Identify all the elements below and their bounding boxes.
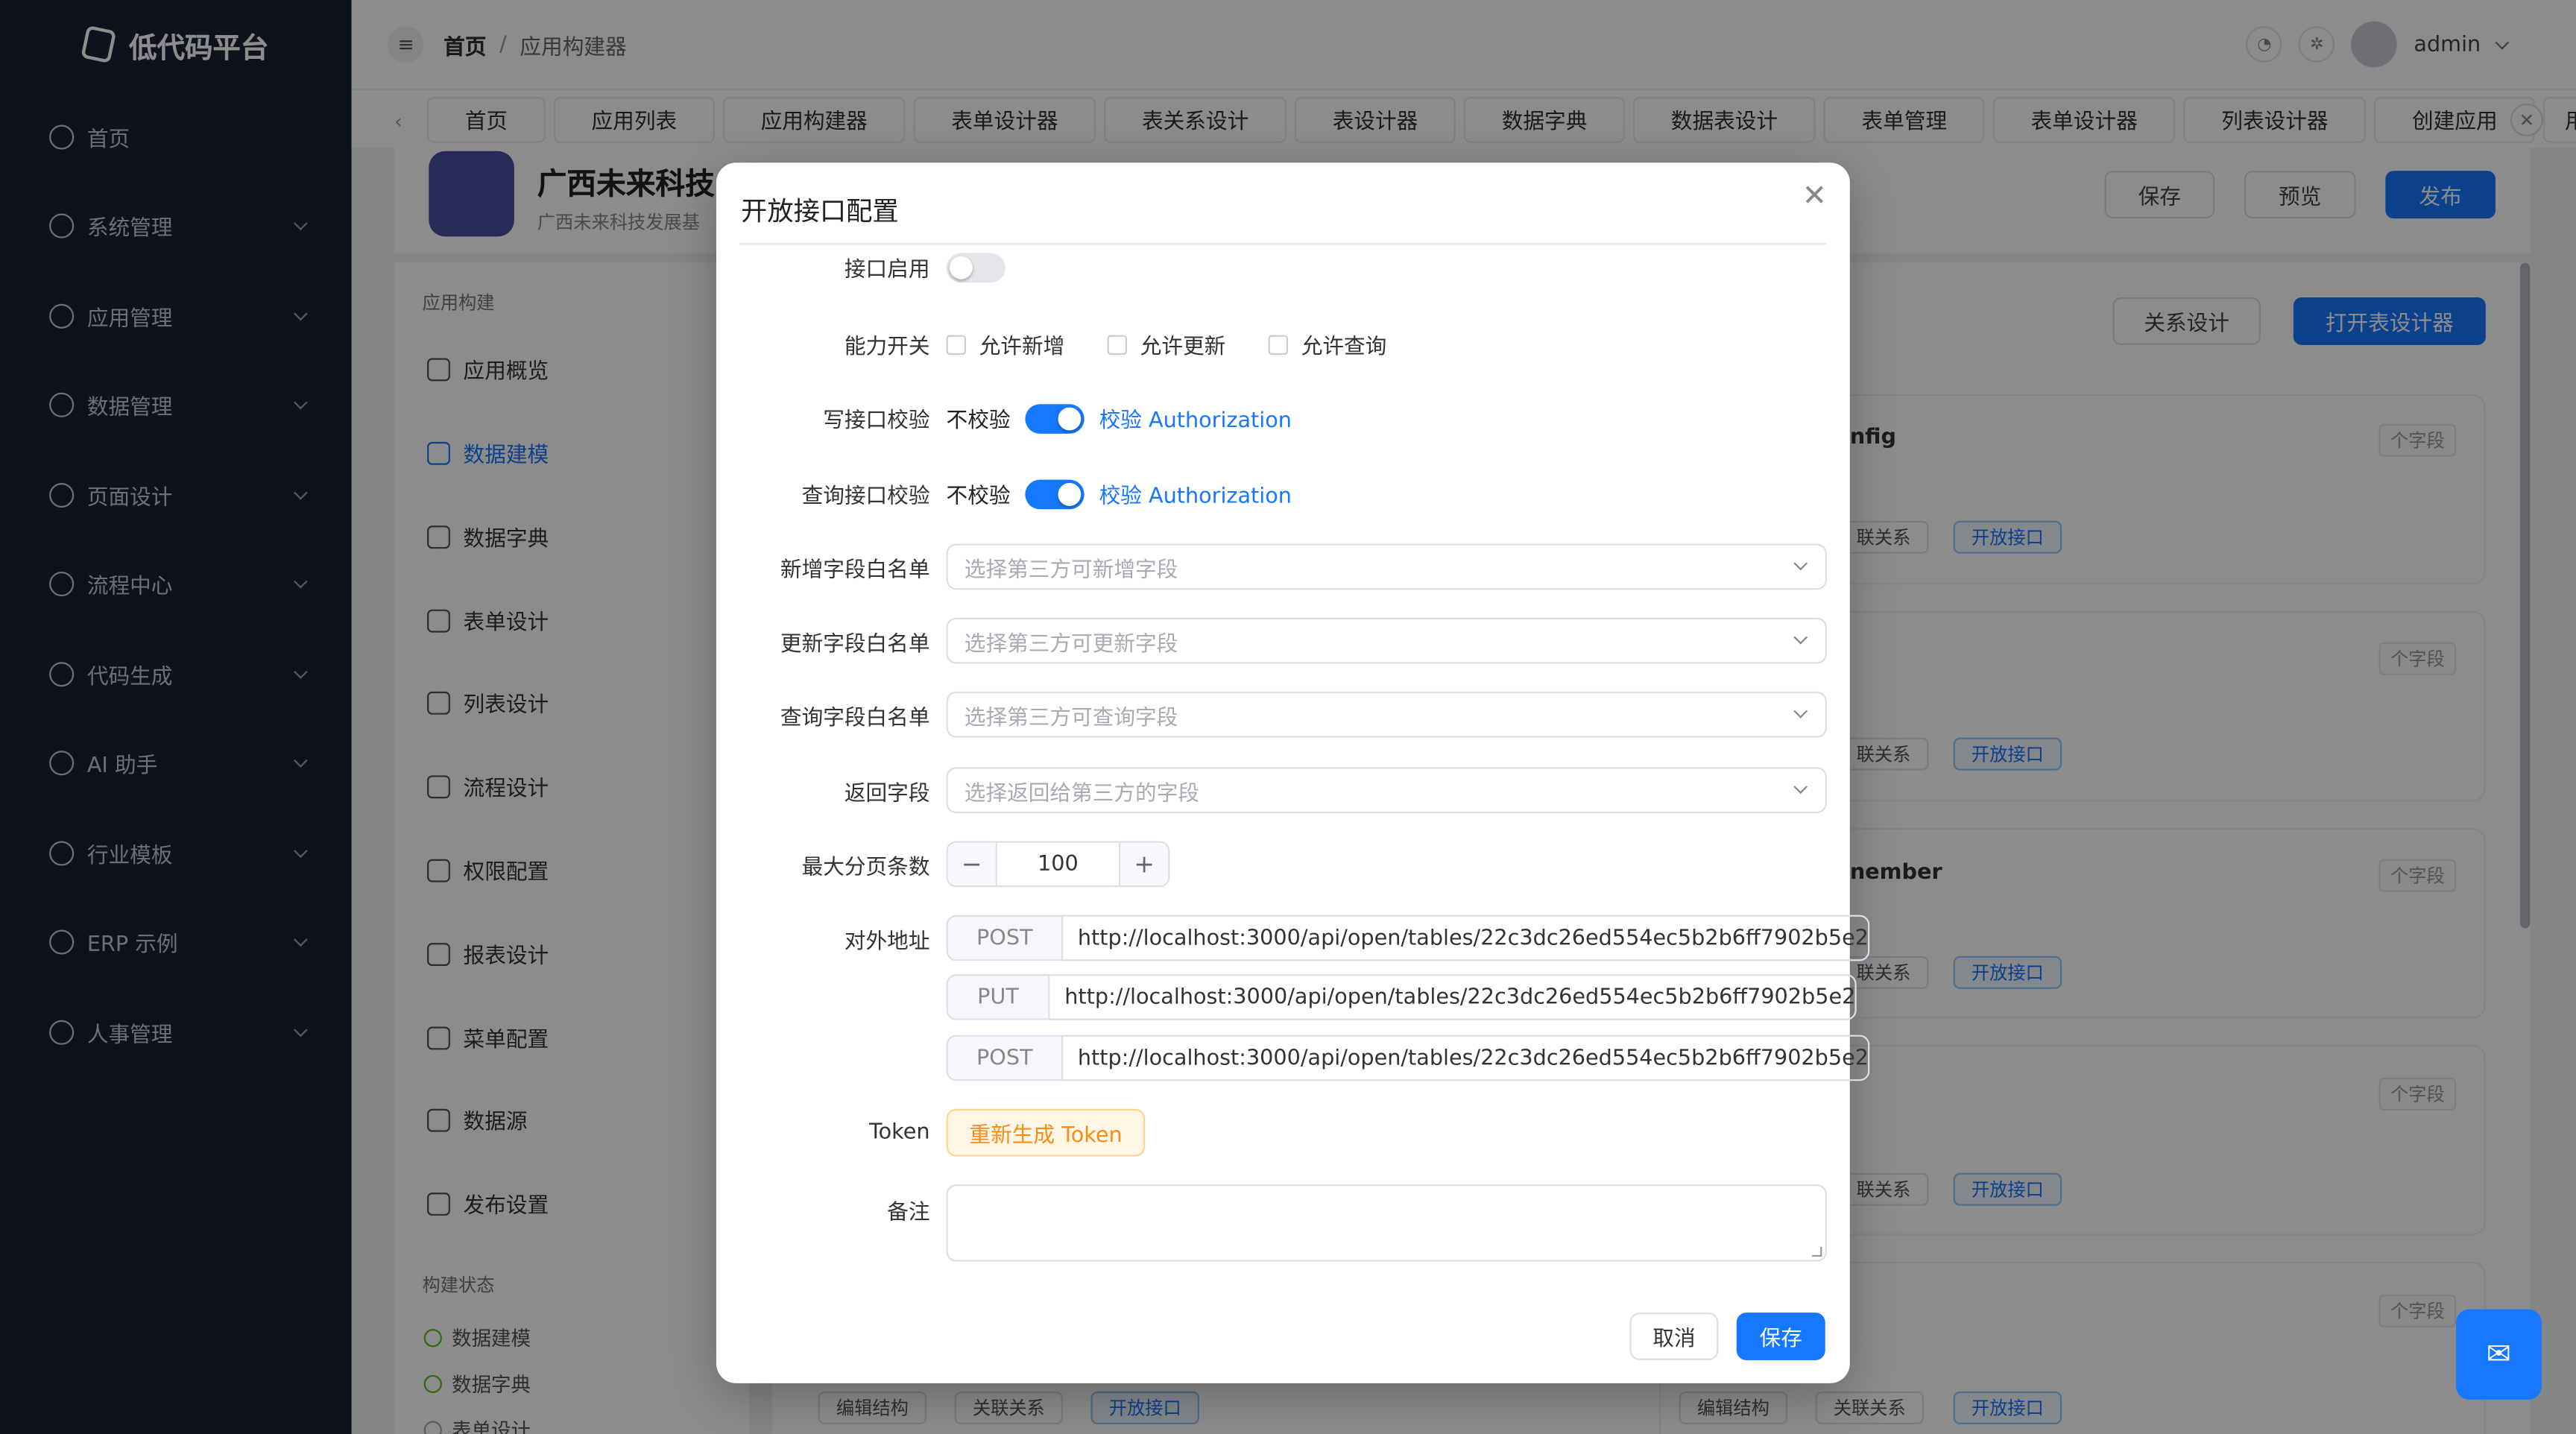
form-row-enable: 接口启用	[739, 251, 1827, 282]
remark-label: 备注	[887, 1201, 930, 1226]
checkbox-box[interactable]	[946, 334, 967, 354]
checkbox-label: 允许新增	[979, 335, 1065, 360]
plus-icon[interactable]: +	[1118, 842, 1169, 886]
resize-handle-icon[interactable]	[1812, 1246, 1822, 1257]
form-row-address: 对外地址 POST http://localhost:3000/api/open…	[739, 915, 1871, 961]
enable-label: 接口启用	[844, 258, 930, 283]
select-placeholder: 选择返回给第三方的字段	[964, 781, 1200, 806]
return-fields-select[interactable]: 选择返回给第三方的字段	[946, 767, 1827, 814]
max-page-label: 最大分页条数	[801, 855, 930, 880]
update-whitelist-label: 更新字段白名单	[780, 631, 930, 657]
endpoint-url-field[interactable]: http://localhost:3000/api/open/tables/22…	[1061, 1035, 1871, 1081]
write-check-label: 写接口校验	[823, 408, 930, 434]
endpoint-row: POST http://localhost:3000/api/open/tabl…	[946, 1035, 1871, 1081]
minus-icon[interactable]: −	[947, 842, 997, 886]
no-check-text: 不校验	[946, 484, 1011, 510]
query-check-switch[interactable]	[1025, 478, 1085, 509]
dialog-title: 开放接口配置	[741, 195, 899, 227]
return-fields-label: 返回字段	[844, 781, 930, 806]
form-row-remark: 备注	[739, 1184, 1827, 1262]
save-button[interactable]: 保存	[1736, 1313, 1825, 1360]
http-method: PUT	[946, 974, 1049, 1020]
add-whitelist-select[interactable]: 选择第三方可新增字段	[946, 543, 1827, 590]
address-label: 对外地址	[844, 929, 930, 954]
token-label: Token	[868, 1120, 930, 1146]
endpoint-row: POST http://localhost:3000/api/open/tabl…	[946, 915, 1871, 961]
allow-query-checkbox[interactable]: 允许查询	[1268, 329, 1387, 360]
switch-knob	[1058, 481, 1082, 505]
max-page-value[interactable]: 100	[997, 852, 1119, 876]
ability-label: 能力开关	[844, 335, 930, 360]
enable-switch[interactable]	[946, 252, 1006, 282]
select-placeholder: 选择第三方可新增字段	[964, 558, 1178, 583]
checkbox-box[interactable]	[1268, 334, 1289, 354]
form-row-query-whitelist: 查询字段白名单 选择第三方可查询字段	[739, 691, 1827, 738]
form-row-address-2: PUT http://localhost:3000/api/open/table…	[739, 974, 1857, 1020]
no-check-text: 不校验	[946, 408, 1011, 434]
form-row-ability: 能力开关 允许新增 允许更新 允许查询	[739, 329, 1827, 360]
auth-check-text: 校验 Authorization	[1099, 484, 1292, 510]
switch-knob	[949, 255, 973, 279]
query-check-label: 查询接口校验	[801, 484, 930, 510]
divider	[739, 243, 1827, 245]
cancel-button[interactable]: 取消	[1629, 1313, 1719, 1360]
form-row-token: Token 重新生成 Token	[739, 1108, 1827, 1157]
endpoint-url-field[interactable]: http://localhost:3000/api/open/tables/22…	[1061, 915, 1871, 961]
update-whitelist-select[interactable]: 选择第三方可更新字段	[946, 617, 1827, 664]
endpoint-row: PUT http://localhost:3000/api/open/table…	[946, 974, 1857, 1020]
form-row-write-check: 写接口校验 不校验 校验 Authorization	[739, 402, 1827, 434]
form-row-query-check: 查询接口校验 不校验 校验 Authorization	[739, 478, 1827, 509]
form-row-update-whitelist: 更新字段白名单 选择第三方可更新字段	[739, 617, 1827, 664]
chevron-down-icon	[1793, 704, 1808, 718]
endpoint-url-field[interactable]: http://localhost:3000/api/open/tables/22…	[1048, 974, 1857, 1020]
query-whitelist-select[interactable]: 选择第三方可查询字段	[946, 691, 1827, 738]
allow-create-checkbox[interactable]: 允许新增	[946, 329, 1065, 360]
write-check-switch[interactable]	[1025, 403, 1085, 433]
allow-update-checkbox[interactable]: 允许更新	[1107, 329, 1226, 360]
auth-check-text: 校验 Authorization	[1099, 408, 1292, 434]
form-row-return-fields: 返回字段 选择返回给第三方的字段	[739, 767, 1827, 814]
checkbox-label: 允许查询	[1301, 335, 1387, 360]
chevron-down-icon	[1793, 780, 1808, 795]
remark-textarea[interactable]	[946, 1184, 1827, 1262]
http-method: POST	[946, 1035, 1061, 1081]
open-api-config-dialog: 开放接口配置 ✕ 接口启用 能力开关 允许新增 允许更新 允许查询 写接口校验 …	[716, 162, 1871, 1383]
add-whitelist-label: 新增字段白名单	[780, 558, 930, 583]
form-row-max-page: 最大分页条数 − 100 +	[739, 841, 1827, 888]
max-page-stepper: − 100 +	[946, 841, 1170, 888]
select-placeholder: 选择第三方可查询字段	[964, 705, 1178, 730]
query-whitelist-label: 查询字段白名单	[780, 705, 930, 730]
close-icon[interactable]: ✕	[1802, 179, 1827, 213]
chat-icon[interactable]: ✉	[2456, 1309, 2542, 1400]
checkbox-box[interactable]	[1107, 334, 1128, 354]
select-placeholder: 选择第三方可更新字段	[964, 631, 1178, 657]
checkbox-label: 允许更新	[1140, 335, 1226, 360]
switch-knob	[1058, 406, 1082, 430]
http-method: POST	[946, 915, 1061, 961]
chevron-down-icon	[1793, 556, 1808, 571]
chevron-down-icon	[1793, 630, 1808, 645]
regenerate-token-button[interactable]: 重新生成 Token	[946, 1108, 1146, 1157]
form-row-add-whitelist: 新增字段白名单 选择第三方可新增字段	[739, 543, 1827, 590]
form-row-address-3: POST http://localhost:3000/api/open/tabl…	[739, 1035, 1871, 1081]
